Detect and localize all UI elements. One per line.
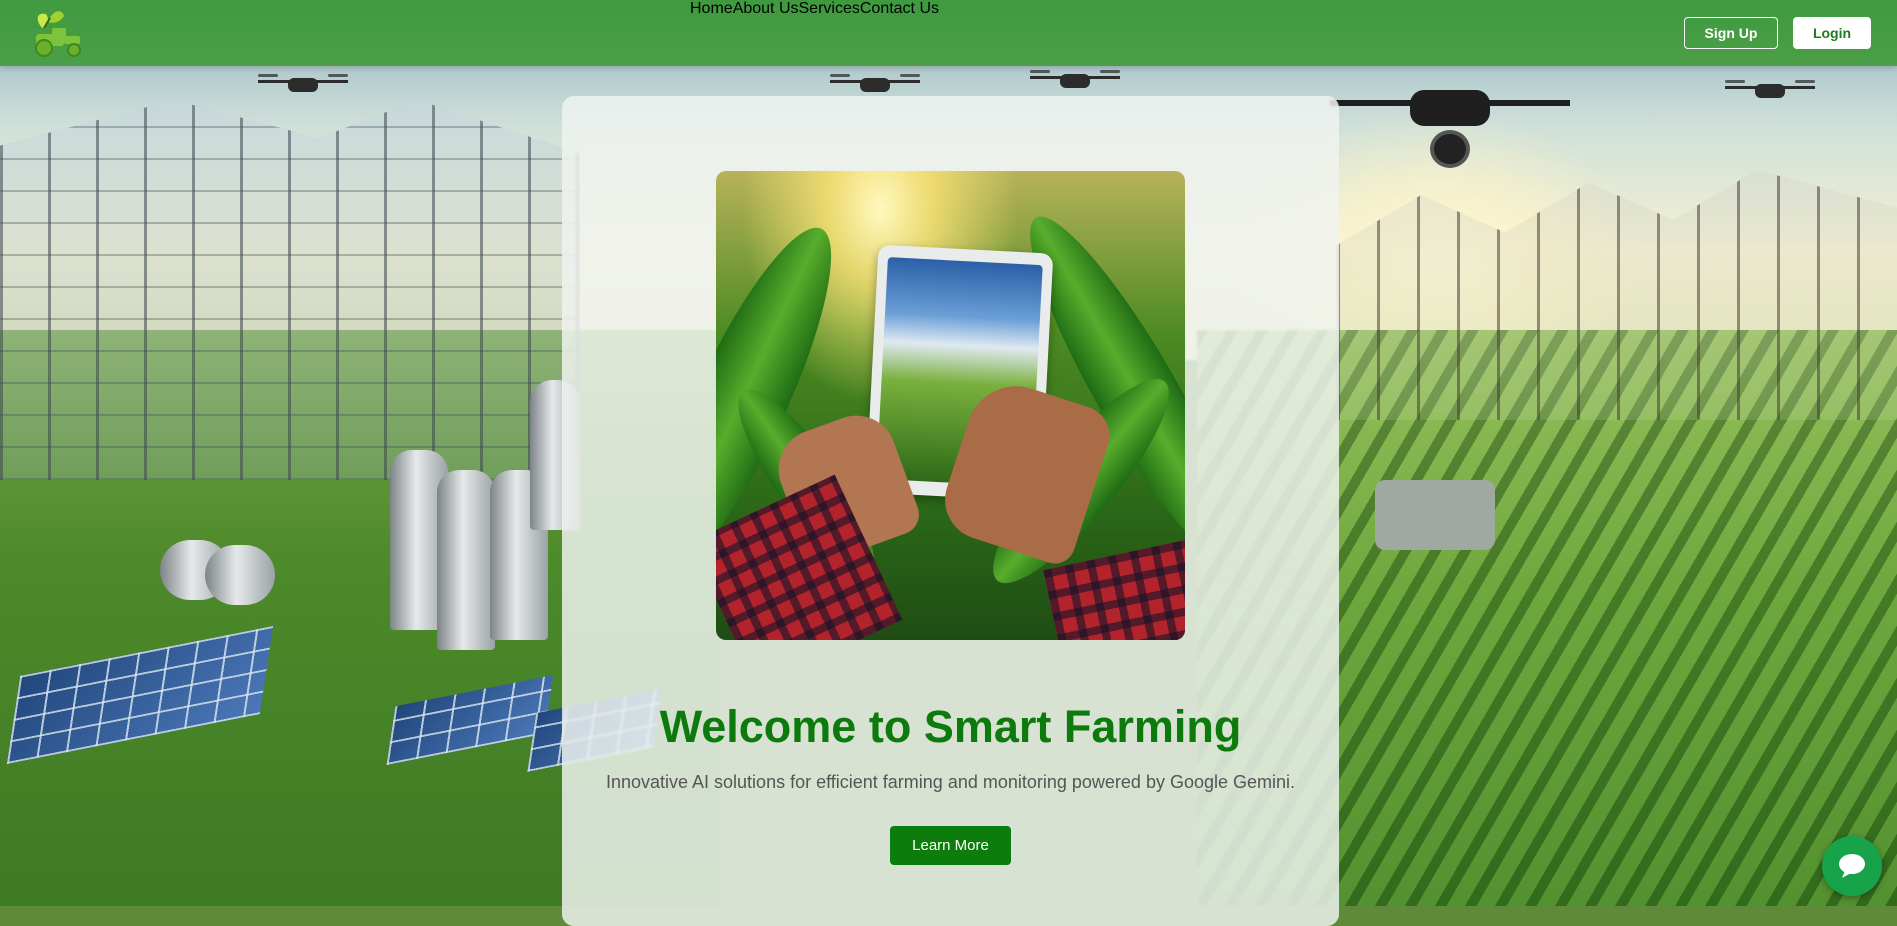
top-navbar: Home About Us Services Contact Us Sign U…: [0, 0, 1897, 66]
nav-home[interactable]: Home: [690, 0, 733, 18]
drone-large: [1330, 60, 1570, 180]
hero-card: Welcome to Smart Farming Innovative AI s…: [562, 96, 1339, 926]
nav-services[interactable]: Services: [799, 0, 860, 18]
login-button[interactable]: Login: [1793, 17, 1871, 49]
sign-up-button[interactable]: Sign Up: [1684, 17, 1778, 49]
tank: [205, 545, 275, 605]
main-nav: Home About Us Services Contact Us: [690, 0, 939, 18]
greenhouse-left: [0, 100, 580, 480]
drone: [1725, 78, 1815, 100]
learn-more-button[interactable]: Learn More: [890, 826, 1011, 865]
hero-title: Welcome to Smart Farming: [659, 701, 1242, 752]
chat-bubble-icon: [1839, 854, 1865, 878]
hero-subtitle: Innovative AI solutions for efficient fa…: [605, 772, 1296, 792]
chat-button[interactable]: [1822, 836, 1882, 896]
tractor-leaf-logo[interactable]: [28, 8, 90, 58]
hero-image-farmer-tablet: [716, 171, 1185, 640]
nav-about-us[interactable]: About Us: [733, 0, 799, 18]
tractor: [1375, 480, 1495, 550]
drone: [1030, 68, 1120, 90]
drone: [830, 72, 920, 94]
nav-contact-us[interactable]: Contact Us: [860, 0, 939, 18]
drone: [258, 72, 348, 94]
greenhouse-right: [1337, 170, 1897, 420]
silo: [437, 470, 495, 650]
